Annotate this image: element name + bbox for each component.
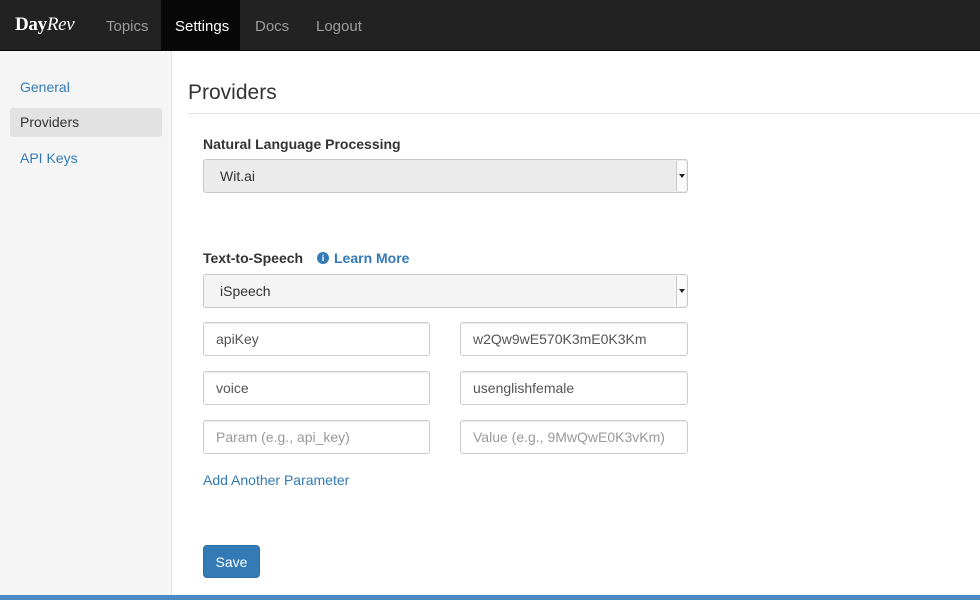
tts-provider-value: iSpeech: [220, 283, 271, 299]
top-navbar: DayRev Topics Settings Docs Logout: [0, 0, 980, 51]
brand-day: Day: [15, 14, 47, 35]
new-param-key-input[interactable]: [203, 420, 430, 454]
param-value-input-2[interactable]: [460, 371, 688, 405]
bottom-accent-bar: [0, 595, 980, 600]
sidebar-item-providers[interactable]: Providers: [10, 108, 162, 137]
sidebar-item-api-keys[interactable]: API Keys: [10, 144, 162, 173]
nlp-label: Natural Language Processing: [203, 136, 401, 152]
nlp-provider-value: Wit.ai: [220, 168, 255, 184]
nlp-provider-select[interactable]: Wit.ai: [203, 159, 688, 193]
page-title: Providers: [188, 81, 277, 104]
nav-topics[interactable]: Topics: [92, 0, 163, 51]
new-param-value-input[interactable]: [460, 420, 688, 454]
sidebar-item-general[interactable]: General: [10, 73, 162, 102]
info-circle-icon: i: [317, 252, 329, 264]
select-arrow-icon: [676, 276, 686, 306]
settings-sidebar: General Providers API Keys: [0, 51, 172, 600]
select-arrow-icon: [676, 161, 686, 191]
title-divider: [188, 113, 980, 114]
add-parameter-link[interactable]: Add Another Parameter: [203, 472, 349, 488]
nav-logout[interactable]: Logout: [302, 0, 376, 51]
learn-more-link[interactable]: i Learn More: [317, 250, 409, 266]
param-key-input-1[interactable]: [203, 322, 430, 356]
param-value-input-1[interactable]: [460, 322, 688, 356]
save-button[interactable]: Save: [203, 545, 260, 578]
param-key-input-2[interactable]: [203, 371, 430, 405]
brand-rev: Rev: [46, 14, 75, 35]
tts-label: Text-to-Speech: [203, 250, 304, 266]
nav-docs[interactable]: Docs: [241, 0, 303, 51]
learn-more-label: Learn More: [334, 250, 410, 266]
nav-settings[interactable]: Settings: [161, 0, 240, 51]
tts-provider-select[interactable]: iSpeech: [203, 274, 688, 308]
brand-logo[interactable]: DayRev: [15, 14, 75, 36]
